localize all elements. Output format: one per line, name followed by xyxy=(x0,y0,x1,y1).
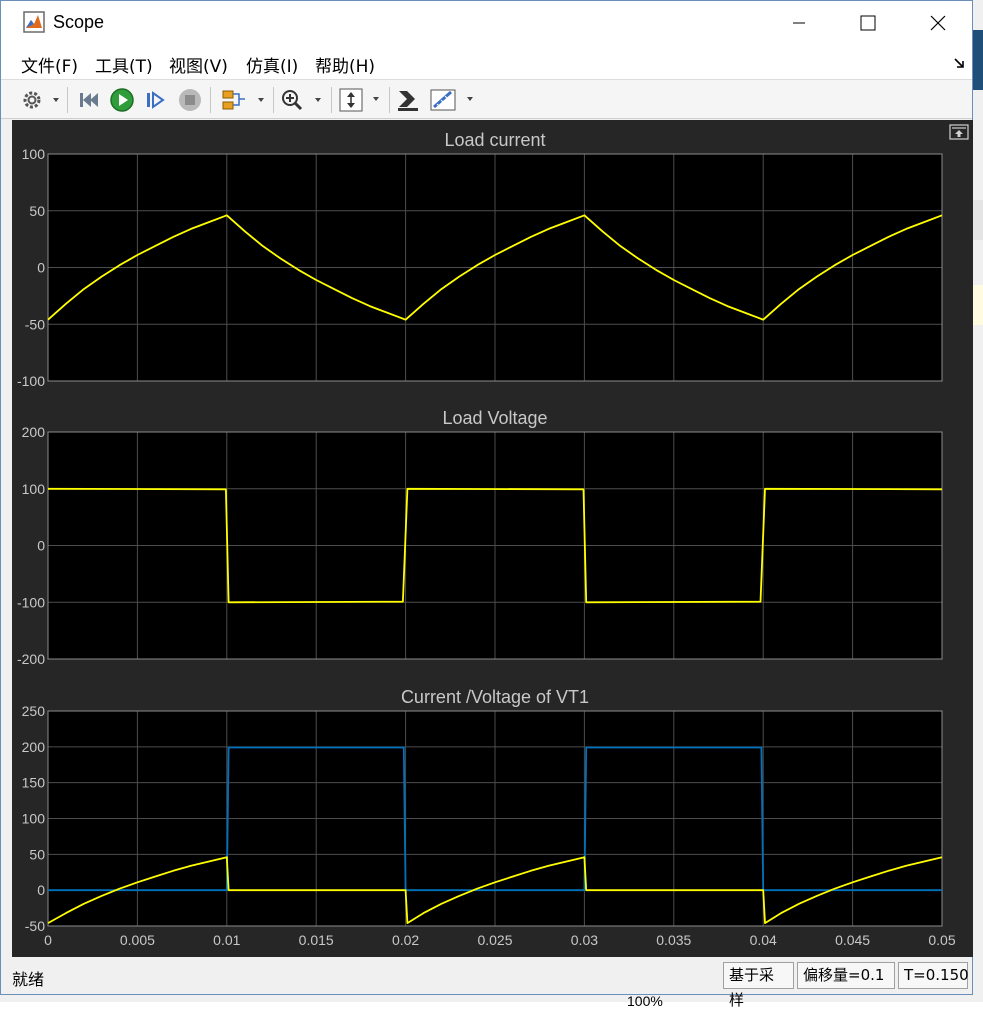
y-tick-label: -100 xyxy=(17,594,45,610)
undock-icon[interactable] xyxy=(949,124,969,140)
y-tick-label: 200 xyxy=(22,424,46,440)
zoom-button[interactable] xyxy=(279,86,327,114)
x-tick-label: 0.01 xyxy=(213,932,240,948)
step-back-icon xyxy=(80,93,98,107)
x-tick-label: 0.04 xyxy=(750,932,777,948)
toolbar xyxy=(1,79,972,119)
y-tick-label: -100 xyxy=(17,373,45,389)
x-tick-label: 0.05 xyxy=(928,932,955,948)
x-tick-label: 0 xyxy=(44,932,52,948)
y-tick-label: -50 xyxy=(25,918,45,934)
scope-window: Scope 文件(F) 工具(T) 视图(V) 仿真(I) 帮助(H) 100 … xyxy=(0,0,973,1009)
y-tick-label: -50 xyxy=(25,316,45,332)
y-tick-label: 0 xyxy=(37,538,45,554)
close-icon xyxy=(930,15,946,31)
maximize-button[interactable] xyxy=(845,1,891,45)
minimize-icon xyxy=(793,22,805,24)
y-tick-label: 200 xyxy=(22,739,46,755)
x-tick-label: 0.03 xyxy=(571,932,598,948)
sample-based-indicator: 基于采样 xyxy=(723,962,794,1009)
toolbar-separator xyxy=(273,87,274,113)
gear-icon xyxy=(23,91,59,109)
settings-button[interactable] xyxy=(17,86,63,114)
y-tick-label: 0 xyxy=(37,260,45,276)
stop-icon xyxy=(179,89,201,111)
y-tick-label: 0 xyxy=(37,882,45,898)
x-tick-label: 0.045 xyxy=(835,932,870,948)
dock-arrow-icon[interactable] xyxy=(953,57,965,69)
x-tick-label: 0.005 xyxy=(120,932,155,948)
status-bar: 就绪 基于采样 偏移量=0.1 T=0.150 xyxy=(1,959,972,1009)
minimize-button[interactable] xyxy=(776,1,822,45)
stop-button[interactable] xyxy=(175,86,205,114)
style-icon xyxy=(398,91,418,111)
maximize-icon xyxy=(860,15,876,31)
y-tick-label: 150 xyxy=(22,775,46,791)
measurements-button[interactable] xyxy=(429,86,479,114)
x-tick-label: 0.02 xyxy=(392,932,419,948)
signal-selector-icon xyxy=(222,90,264,110)
x-tick-label: 0.015 xyxy=(299,932,334,948)
y-tick-label: 50 xyxy=(29,846,45,862)
close-button[interactable] xyxy=(915,1,961,45)
step-forward-icon xyxy=(147,91,165,109)
step-back-button[interactable] xyxy=(75,86,105,114)
matlab-icon xyxy=(23,11,45,33)
autoscale-button[interactable] xyxy=(337,86,385,114)
y-tick-label: 250 xyxy=(22,703,46,719)
autoscale-icon xyxy=(339,88,379,112)
menu-simulation[interactable]: 仿真(I) xyxy=(246,52,298,77)
run-icon xyxy=(110,88,134,112)
toolbar-separator xyxy=(389,87,390,113)
y-tick-label: -200 xyxy=(17,651,45,667)
style-button[interactable] xyxy=(394,86,422,114)
toolbar-separator xyxy=(210,87,211,113)
title-bar[interactable]: Scope xyxy=(1,1,972,45)
y-tick-label: 100 xyxy=(22,146,46,162)
menu-tools[interactable]: 工具(T) xyxy=(95,52,153,77)
offset-indicator: 偏移量=0.1 xyxy=(797,962,895,989)
scope-plots[interactable]: 100500-50-100Load current2001000-100-200… xyxy=(12,120,973,957)
chart-title: Current /Voltage of VT1 xyxy=(401,687,589,707)
x-tick-label: 0.025 xyxy=(477,932,512,948)
measurements-icon xyxy=(430,89,473,111)
zoom-icon xyxy=(282,90,321,111)
background-zoom-label: 100% xyxy=(627,993,663,1009)
toolbar-separator xyxy=(331,87,332,113)
menu-view[interactable]: 视图(V) xyxy=(169,52,228,77)
run-button[interactable] xyxy=(107,86,137,114)
menu-help[interactable]: 帮助(H) xyxy=(315,52,375,77)
chart-title: Load current xyxy=(444,130,545,150)
scope-display[interactable]: 100 50 0 -50 -100 Load current 200 100 0 -100 -200… xyxy=(12,120,973,957)
y-tick-label: 50 xyxy=(29,203,45,219)
y-tick-label: 100 xyxy=(22,481,46,497)
menu-file[interactable]: 文件(F) xyxy=(21,52,78,77)
window-title: Scope xyxy=(53,12,105,32)
signal-selector-button[interactable] xyxy=(218,86,268,114)
x-tick-label: 0.035 xyxy=(656,932,691,948)
chart-title: Load Voltage xyxy=(442,408,547,428)
status-text: 就绪 xyxy=(12,970,45,989)
time-indicator: T=0.150 xyxy=(898,962,969,989)
toolbar-separator xyxy=(67,87,68,113)
y-tick-label: 100 xyxy=(22,811,46,827)
step-forward-button[interactable] xyxy=(141,86,171,114)
menu-bar: 文件(F) 工具(T) 视图(V) 仿真(I) 帮助(H) xyxy=(1,45,972,79)
